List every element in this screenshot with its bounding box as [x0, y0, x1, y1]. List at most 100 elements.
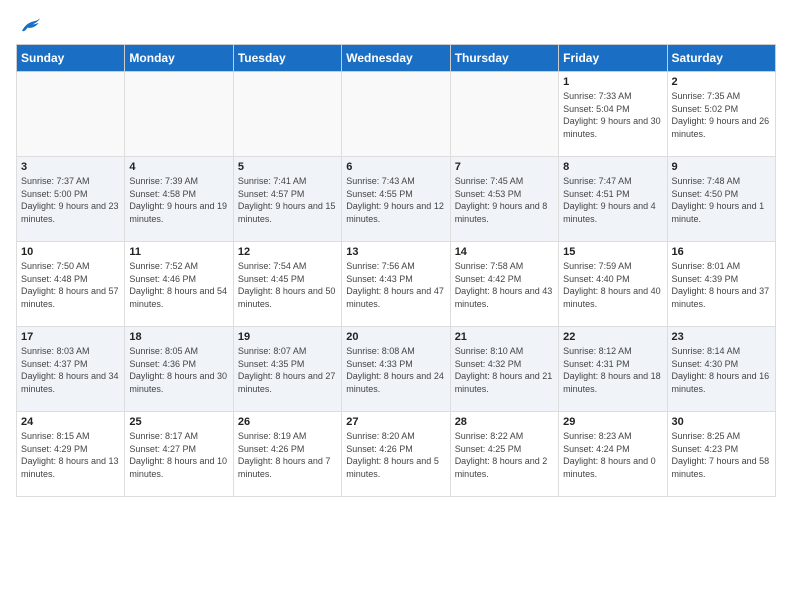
day-info: Sunrise: 8:12 AMSunset: 4:31 PMDaylight:… — [563, 345, 662, 395]
day-info: Sunrise: 7:47 AMSunset: 4:51 PMDaylight:… — [563, 175, 662, 225]
day-info: Sunrise: 7:50 AMSunset: 4:48 PMDaylight:… — [21, 260, 120, 310]
day-number: 16 — [672, 246, 771, 258]
day-number: 25 — [129, 416, 228, 428]
day-number: 7 — [455, 161, 554, 173]
calendar-cell — [17, 72, 125, 157]
day-info: Sunrise: 8:20 AMSunset: 4:26 PMDaylight:… — [346, 430, 445, 480]
day-info: Sunrise: 8:05 AMSunset: 4:36 PMDaylight:… — [129, 345, 228, 395]
day-info: Sunrise: 8:23 AMSunset: 4:24 PMDaylight:… — [563, 430, 662, 480]
weekday-header-friday: Friday — [559, 45, 667, 72]
day-info: Sunrise: 7:43 AMSunset: 4:55 PMDaylight:… — [346, 175, 445, 225]
day-number: 3 — [21, 161, 120, 173]
day-info: Sunrise: 8:22 AMSunset: 4:25 PMDaylight:… — [455, 430, 554, 480]
day-number: 9 — [672, 161, 771, 173]
calendar-cell: 26 Sunrise: 8:19 AMSunset: 4:26 PMDayligh… — [233, 412, 341, 497]
day-info: Sunrise: 7:39 AMSunset: 4:58 PMDaylight:… — [129, 175, 228, 225]
calendar-cell: 12 Sunrise: 7:54 AMSunset: 4:45 PMDayligh… — [233, 242, 341, 327]
calendar-cell: 15 Sunrise: 7:59 AMSunset: 4:40 PMDayligh… — [559, 242, 667, 327]
page-header — [16, 16, 776, 36]
day-info: Sunrise: 8:10 AMSunset: 4:32 PMDaylight:… — [455, 345, 554, 395]
day-number: 29 — [563, 416, 662, 428]
calendar-cell: 23Sunrise: 8:14 AMSunset: 4:30 PMDayligh… — [667, 327, 775, 412]
calendar-week-2: 3 Sunrise: 7:37 AMSunset: 5:00 PMDaylight… — [17, 157, 776, 242]
day-number: 12 — [238, 246, 337, 258]
day-info: Sunrise: 7:41 AMSunset: 4:57 PMDaylight:… — [238, 175, 337, 225]
day-info: Sunrise: 7:45 AMSunset: 4:53 PMDaylight:… — [455, 175, 554, 225]
calendar-cell: 2 Sunrise: 7:35 AMSunset: 5:02 PMDaylight… — [667, 72, 775, 157]
day-number: 18 — [129, 331, 228, 343]
logo — [16, 16, 42, 36]
day-number: 22 — [563, 331, 662, 343]
weekday-header-tuesday: Tuesday — [233, 45, 341, 72]
day-info: Sunrise: 8:19 AMSunset: 4:26 PMDaylight:… — [238, 430, 337, 480]
day-number: 2 — [672, 76, 771, 88]
calendar-cell — [125, 72, 233, 157]
day-number: 30 — [672, 416, 771, 428]
calendar-cell: 1 Sunrise: 7:33 AMSunset: 5:04 PMDaylight… — [559, 72, 667, 157]
calendar-table: SundayMondayTuesdayWednesdayThursdayFrid… — [16, 44, 776, 497]
day-number: 5 — [238, 161, 337, 173]
calendar-cell: 8Sunrise: 7:47 AMSunset: 4:51 PMDaylight… — [559, 157, 667, 242]
calendar-cell: 7 Sunrise: 7:45 AMSunset: 4:53 PMDaylight… — [450, 157, 558, 242]
calendar-cell: 9 Sunrise: 7:48 AMSunset: 4:50 PMDaylight… — [667, 157, 775, 242]
weekday-header-monday: Monday — [125, 45, 233, 72]
weekday-header-wednesday: Wednesday — [342, 45, 450, 72]
calendar-cell — [342, 72, 450, 157]
day-number: 26 — [238, 416, 337, 428]
day-info: Sunrise: 8:08 AMSunset: 4:33 PMDaylight:… — [346, 345, 445, 395]
day-number: 1 — [563, 76, 662, 88]
calendar-cell: 29 Sunrise: 8:23 AMSunset: 4:24 PMDayligh… — [559, 412, 667, 497]
day-info: Sunrise: 7:48 AMSunset: 4:50 PMDaylight:… — [672, 175, 771, 225]
logo-bird-icon — [18, 16, 42, 36]
day-info: Sunrise: 8:07 AMSunset: 4:35 PMDaylight:… — [238, 345, 337, 395]
day-number: 19 — [238, 331, 337, 343]
calendar-cell: 24Sunrise: 8:15 AMSunset: 4:29 PMDayligh… — [17, 412, 125, 497]
calendar-cell: 4 Sunrise: 7:39 AMSunset: 4:58 PMDaylight… — [125, 157, 233, 242]
day-info: Sunrise: 7:37 AMSunset: 5:00 PMDaylight:… — [21, 175, 120, 225]
calendar-cell: 20Sunrise: 8:08 AMSunset: 4:33 PMDayligh… — [342, 327, 450, 412]
day-info: Sunrise: 8:14 AMSunset: 4:30 PMDaylight:… — [672, 345, 771, 395]
day-info: Sunrise: 8:25 AMSunset: 4:23 PMDaylight:… — [672, 430, 771, 480]
calendar-cell: 28 Sunrise: 8:22 AMSunset: 4:25 PMDayligh… — [450, 412, 558, 497]
calendar-cell: 27 Sunrise: 8:20 AMSunset: 4:26 PMDayligh… — [342, 412, 450, 497]
calendar-header-row: SundayMondayTuesdayWednesdayThursdayFrid… — [17, 45, 776, 72]
calendar-cell: 13 Sunrise: 7:56 AMSunset: 4:43 PMDayligh… — [342, 242, 450, 327]
calendar-cell: 30 Sunrise: 8:25 AMSunset: 4:23 PMDayligh… — [667, 412, 775, 497]
day-number: 13 — [346, 246, 445, 258]
calendar-cell: 16 Sunrise: 8:01 AMSunset: 4:39 PMDayligh… — [667, 242, 775, 327]
day-number: 27 — [346, 416, 445, 428]
day-info: Sunrise: 7:33 AMSunset: 5:04 PMDaylight:… — [563, 90, 662, 140]
calendar-cell: 10 Sunrise: 7:50 AMSunset: 4:48 PMDayligh… — [17, 242, 125, 327]
day-info: Sunrise: 7:56 AMSunset: 4:43 PMDaylight:… — [346, 260, 445, 310]
day-number: 4 — [129, 161, 228, 173]
weekday-header-saturday: Saturday — [667, 45, 775, 72]
day-info: Sunrise: 7:59 AMSunset: 4:40 PMDaylight:… — [563, 260, 662, 310]
day-number: 6 — [346, 161, 445, 173]
day-info: Sunrise: 7:54 AMSunset: 4:45 PMDaylight:… — [238, 260, 337, 310]
calendar-cell: 25 Sunrise: 8:17 AMSunset: 4:27 PMDayligh… — [125, 412, 233, 497]
day-number: 11 — [129, 246, 228, 258]
day-info: Sunrise: 8:03 AMSunset: 4:37 PMDaylight:… — [21, 345, 120, 395]
day-number: 10 — [21, 246, 120, 258]
calendar-week-5: 24Sunrise: 8:15 AMSunset: 4:29 PMDayligh… — [17, 412, 776, 497]
day-number: 15 — [563, 246, 662, 258]
calendar-week-4: 17 Sunrise: 8:03 AMSunset: 4:37 PMDayligh… — [17, 327, 776, 412]
day-number: 21 — [455, 331, 554, 343]
calendar-cell: 21 Sunrise: 8:10 AMSunset: 4:32 PMDayligh… — [450, 327, 558, 412]
day-number: 24 — [21, 416, 120, 428]
calendar-cell: 18 Sunrise: 8:05 AMSunset: 4:36 PMDayligh… — [125, 327, 233, 412]
day-number: 28 — [455, 416, 554, 428]
calendar-cell — [450, 72, 558, 157]
day-info: Sunrise: 7:35 AMSunset: 5:02 PMDaylight:… — [672, 90, 771, 140]
weekday-header-thursday: Thursday — [450, 45, 558, 72]
calendar-cell: 6 Sunrise: 7:43 AMSunset: 4:55 PMDaylight… — [342, 157, 450, 242]
calendar-cell: 5 Sunrise: 7:41 AMSunset: 4:57 PMDaylight… — [233, 157, 341, 242]
day-number: 17 — [21, 331, 120, 343]
day-info: Sunrise: 8:01 AMSunset: 4:39 PMDaylight:… — [672, 260, 771, 310]
calendar-cell: 22 Sunrise: 8:12 AMSunset: 4:31 PMDayligh… — [559, 327, 667, 412]
day-number: 14 — [455, 246, 554, 258]
day-info: Sunrise: 8:17 AMSunset: 4:27 PMDaylight:… — [129, 430, 228, 480]
calendar-cell: 17 Sunrise: 8:03 AMSunset: 4:37 PMDayligh… — [17, 327, 125, 412]
calendar-cell — [233, 72, 341, 157]
calendar-cell: 3 Sunrise: 7:37 AMSunset: 5:00 PMDaylight… — [17, 157, 125, 242]
